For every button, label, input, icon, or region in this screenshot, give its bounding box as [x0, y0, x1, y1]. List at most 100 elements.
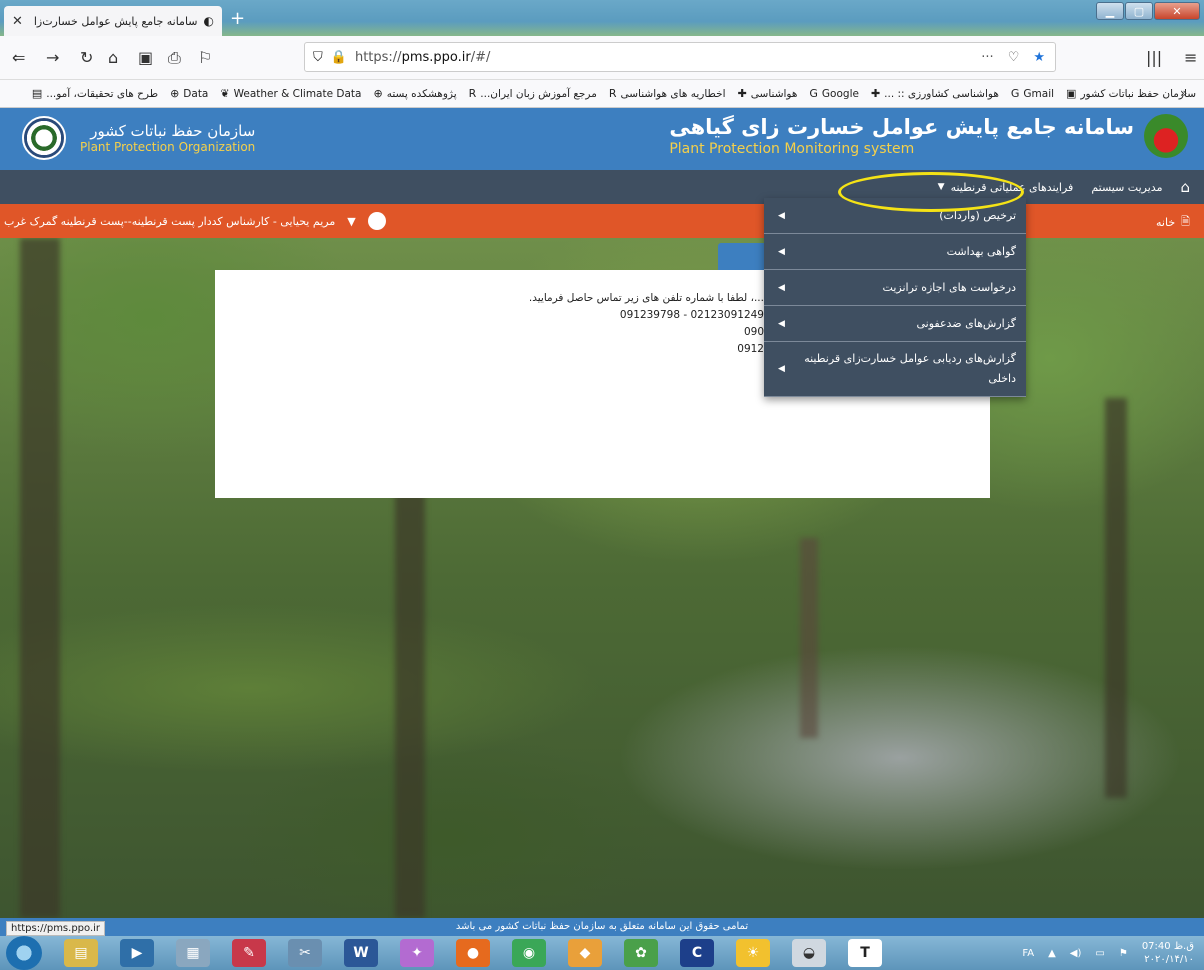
reload-icon[interactable]: ↻ — [80, 48, 93, 67]
tab-app-icon[interactable]: T — [848, 939, 882, 967]
bookmark-item[interactable]: سازمان حفظ نباتات کشور ▣ — [1066, 87, 1196, 100]
leaf-icon: ❦ — [220, 87, 230, 100]
cald-icon[interactable]: C — [680, 939, 714, 967]
language-indicator[interactable]: FA — [1022, 948, 1034, 959]
tray-arrow-icon[interactable]: ▲ — [1048, 948, 1056, 959]
bookmark-item[interactable]: مرجع آموزش زبان ایران... R — [469, 87, 597, 100]
shield-icon[interactable]: ⛉ — [313, 50, 323, 65]
volume-icon[interactable]: ◀) — [1070, 948, 1082, 959]
bookmark-label: طرح های تحقیقات، آمو... — [46, 87, 159, 100]
paint-icon[interactable]: ✎ — [232, 939, 266, 967]
word-icon[interactable]: W — [344, 939, 378, 967]
network-icon[interactable]: ▭ — [1095, 948, 1104, 959]
library-icon[interactable]: ▣ — [138, 48, 153, 67]
user-avatar-icon — [367, 212, 386, 230]
notice-phones: 02123091249 - 091239798 — [619, 309, 764, 321]
clock[interactable]: 07:40 ق.ظ ۲۰۲۰/۱۴/۱۰ — [1142, 940, 1194, 966]
dropdown-label: درخواست های اجازه ترانزیت — [882, 281, 1016, 294]
bookmark-label: سازمان حفظ نباتات کشور — [1080, 87, 1196, 100]
home-link[interactable]: 🗎 خانه — [1156, 213, 1190, 232]
bookmark-item[interactable]: Gmail G — [1011, 87, 1054, 100]
new-tab-button[interactable]: + — [230, 10, 245, 28]
print-icon[interactable]: ⎙ — [168, 48, 181, 68]
bookmark-item[interactable]: پژوهشکده پسته ⊕ — [373, 87, 456, 100]
weather-icon[interactable]: ☀ — [736, 939, 770, 967]
bookmark-item[interactable]: طرح های تحقیقات، آمو... ▤ — [32, 87, 158, 100]
app-icon[interactable]: ✦ — [400, 939, 434, 967]
user-label: مریم یحیایی - کارشناس کددار پست قرنطینه-… — [4, 214, 336, 228]
dropdown-item-health-certificate[interactable]: گواهی بهداشت ◀ — [764, 234, 1026, 270]
app-icon[interactable]: ✿ — [624, 939, 658, 967]
menu-system-management[interactable]: مدیریت سیستم — [1091, 181, 1162, 194]
bookmark-item[interactable]: Google G — [809, 87, 859, 100]
calculator-icon[interactable]: ▦ — [176, 939, 210, 967]
flag-icon[interactable]: ⚑ — [1119, 948, 1128, 959]
app-icon[interactable]: ◆ — [568, 939, 602, 967]
bookmark-label: پژوهشکده پسته — [386, 87, 457, 100]
cross-icon: ✚ — [737, 87, 747, 100]
bookmark-label: Gmail — [1023, 87, 1055, 100]
arrow-left-icon: ◀ — [778, 246, 785, 257]
bookmark-item[interactable]: هواشناسی ✚ — [738, 87, 798, 100]
notice-text: ...، لطفا با شماره تلفن های زیر تماس حاص… — [529, 290, 764, 358]
address-bar[interactable]: ⛉ 🔒 https://pms.ppo.ir/#/ ··· ♡ ★ — [304, 42, 1056, 72]
quarantine-dropdown: ترخیص (واردات) ◀ گواهی بهداشت ◀ درخواست ها… — [764, 198, 1026, 397]
library-shelf-icon[interactable]: ||| — [1146, 48, 1162, 67]
window-close-button[interactable]: ✕ — [1154, 2, 1200, 20]
site-subtitle: Plant Protection Monitoring system — [669, 141, 915, 157]
google-icon: G — [809, 87, 818, 100]
bookmark-star-icon[interactable]: ★ — [1033, 50, 1045, 65]
firefox-icon[interactable]: ● — [456, 939, 490, 967]
bookmark-item[interactable]: Weather & Climate Data ❦ — [220, 87, 361, 100]
bookmark-item[interactable]: اخطاریه های هواشناسی R — [609, 87, 726, 100]
url-actions: ··· ♡ ★ — [981, 50, 1055, 65]
forward-icon[interactable]: → — [46, 48, 59, 67]
caret-down-icon: ▼ — [347, 214, 356, 228]
doc-icon: ▤ — [31, 87, 43, 100]
minimize-button[interactable]: ▁ — [1096, 2, 1124, 20]
maximize-button[interactable]: ▢ — [1125, 2, 1153, 20]
browser-tab[interactable]: ◐ سامانه جامع پایش عوامل خسارت‌زا ✕ — [4, 6, 222, 36]
tab-audio-icon[interactable]: ◐ — [204, 14, 214, 28]
system-tray: FA ▲ ◀) ▭ ⚑ 07:40 ق.ظ ۲۰۲۰/۱۴/۱۰ — [1022, 936, 1194, 970]
snipping-icon[interactable]: ✂ — [288, 939, 322, 967]
menu-icon[interactable]: ≡ — [1184, 48, 1197, 67]
dropdown-label: گواهی بهداشت — [946, 245, 1016, 258]
arrow-left-icon: ◀ — [778, 318, 785, 329]
user-menu[interactable]: ▼ مریم یحیایی - کارشناس کددار پست قرنطین… — [4, 212, 386, 230]
bookmark-item[interactable]: هواشناسی کشاورزی :: ... ✚ — [871, 87, 999, 100]
home-icon[interactable]: ⌂ — [1180, 178, 1190, 196]
pocket-icon[interactable]: ♡ — [1008, 50, 1020, 65]
tab-close-icon[interactable]: ✕ — [12, 14, 23, 29]
dropdown-item-tracking-reports[interactable]: گزارش‌های ردیابی عوامل خسارت‌زای قرنطینه… — [764, 342, 1026, 397]
home-browser-icon[interactable]: ⌂ — [108, 48, 118, 67]
back-icon[interactable]: ⇐ — [12, 48, 25, 67]
page-actions-icon[interactable]: ··· — [981, 50, 993, 65]
bookmark-label: هواشناسی کشاورزی :: ... — [884, 87, 999, 100]
extension-icon[interactable]: ⚐ — [198, 48, 212, 67]
r-icon: R — [608, 87, 617, 100]
app-icon[interactable]: ◒ — [792, 939, 826, 967]
bookmarks-overflow-icon[interactable]: » — [1180, 86, 1187, 100]
tab-title: سامانه جامع پایش عوامل خسارت‌زا — [33, 14, 198, 28]
start-button[interactable] — [6, 936, 42, 970]
lock-icon[interactable]: 🔒 — [331, 50, 347, 65]
yellow-highlight-circle — [838, 172, 1024, 212]
bookmark-item[interactable]: Data ⊕ — [170, 87, 208, 100]
notice-phone: 090 — [743, 326, 764, 338]
dropdown-item-transit-requests[interactable]: درخواست های اجازه ترانزیت ◀ — [764, 270, 1026, 306]
chrome-icon[interactable]: ◉ — [512, 939, 546, 967]
card-tab[interactable] — [718, 243, 768, 271]
media-player-icon[interactable]: ▶ — [120, 939, 154, 967]
arrow-left-icon: ◀ — [778, 364, 785, 374]
org-name-en: Plant Protection Organization — [80, 140, 256, 154]
bookmark-label: Data — [183, 87, 209, 100]
dropdown-item-disinfection-reports[interactable]: گزارش‌های ضدعفونی ◀ — [764, 306, 1026, 342]
notice-line: ...، لطفا با شماره تلفن های زیر تماس حاص… — [528, 292, 764, 304]
explorer-icon[interactable]: ▤ — [64, 939, 98, 967]
arrow-left-icon: ◀ — [778, 282, 785, 293]
r-icon: R — [468, 87, 477, 100]
clock-time: 07:40 ق.ظ — [1141, 941, 1194, 952]
gov-icon: ▣ — [1066, 87, 1077, 100]
bookmark-label: Weather & Climate Data — [233, 87, 362, 100]
